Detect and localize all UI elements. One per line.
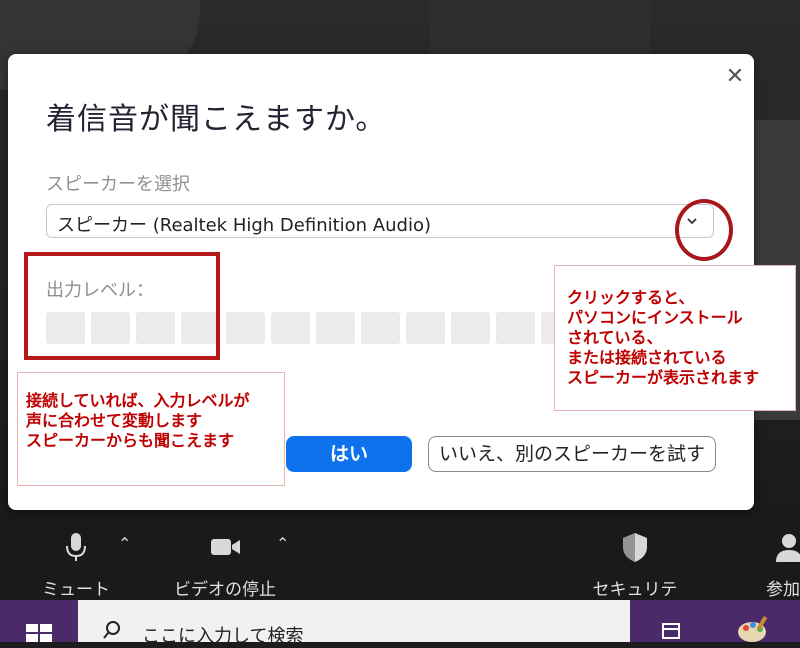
person-icon: [776, 534, 800, 562]
speaker-select-label: スピーカーを選択: [46, 174, 190, 195]
try-another-speaker-button[interactable]: いいえ、別のスピーカーを試す: [428, 436, 716, 472]
windows-taskbar: ここに入力して検索: [0, 600, 800, 647]
participants-label: 参加: [766, 580, 800, 600]
meter-segment: [271, 312, 310, 344]
microphone-icon: [66, 533, 86, 561]
task-view-icon[interactable]: [660, 620, 682, 642]
meter-segment: [361, 312, 400, 344]
speaker-dropdown[interactable]: スピーカー (Realtek High Definition Audio): [46, 204, 714, 238]
meter-segment: [451, 312, 490, 344]
meter-segment: [226, 312, 265, 344]
meeting-toolbar: ミュート ⌃ ビデオの停止 ⌃ セキュリティ 参加: [0, 520, 800, 625]
mute-button[interactable]: ミュート: [38, 530, 114, 600]
speaker-dropdown-value: スピーカー (Realtek High Definition Audio): [57, 215, 431, 236]
meter-segment: [316, 312, 355, 344]
annotation-highlight-circle: [675, 199, 733, 261]
stop-video-button[interactable]: ビデオの停止: [166, 530, 284, 600]
annotation-highlight-box: [24, 252, 220, 360]
dialog-title: 着信音が聞こえますか。: [46, 102, 387, 137]
annotation-note-dropdown: クリックすると、 パソコンにインストール されている、 または接続されている ス…: [554, 265, 796, 411]
mute-options-caret[interactable]: ⌃: [118, 534, 131, 553]
windows-logo-icon[interactable]: [24, 622, 54, 642]
meter-segment: [406, 312, 445, 344]
close-icon[interactable]: ✕: [724, 66, 746, 88]
yes-button[interactable]: はい: [286, 436, 412, 472]
background-shape: [430, 0, 650, 60]
stop-video-label: ビデオの停止: [174, 580, 276, 600]
video-camera-icon: [211, 539, 240, 555]
taskbar-search[interactable]: ここに入力して検索: [78, 600, 630, 647]
shield-icon: [623, 533, 647, 562]
mute-label: ミュート: [42, 580, 110, 600]
video-options-caret[interactable]: ⌃: [276, 534, 289, 553]
meter-segment: [496, 312, 535, 344]
search-placeholder: ここに入力して検索: [142, 626, 304, 647]
annotation-note-level: 接続していれば、入力レベルが 声に合わせて変動します スピーカーからも聞こえます: [17, 372, 285, 486]
paint-icon[interactable]: [736, 614, 772, 642]
participants-button[interactable]: 参加: [766, 530, 800, 600]
search-icon: [103, 621, 120, 639]
